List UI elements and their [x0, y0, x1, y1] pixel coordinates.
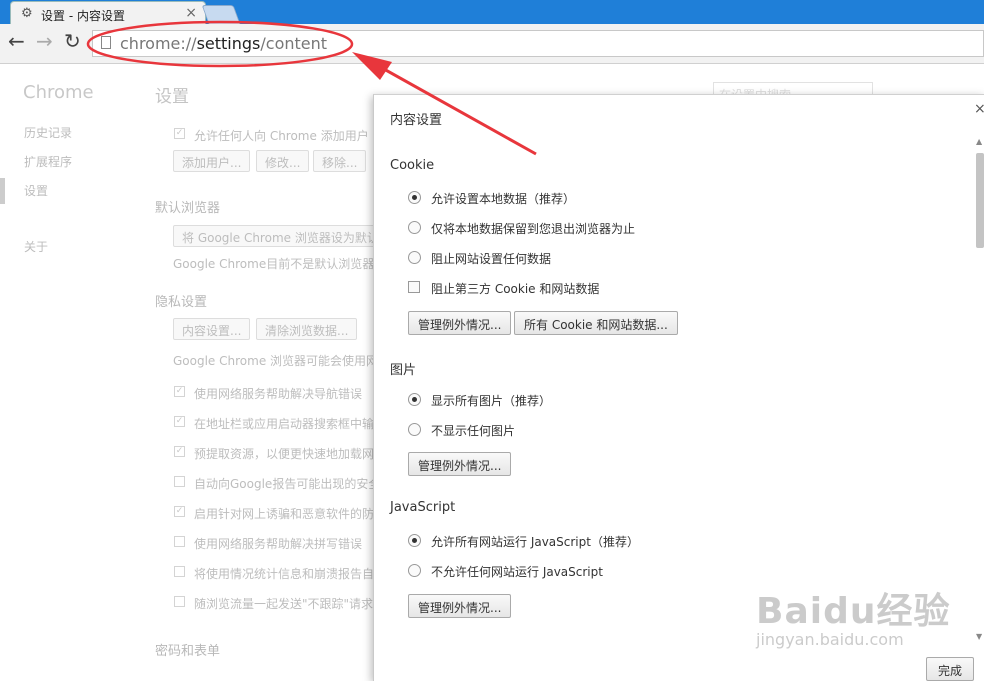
cookie-exceptions-button[interactable]: 管理例外情况... — [408, 311, 512, 335]
privacy-checkbox-label: 使用网络服务帮助解决拼写错误 — [194, 537, 363, 551]
option-label: 不显示任何图片 — [431, 424, 516, 438]
checkbox[interactable] — [408, 281, 420, 293]
option-label: 显示所有图片（推荐） — [431, 394, 552, 408]
allow-add-user-label: 允许任何人向 Chrome 添加用户 — [194, 129, 369, 143]
privacy-checkbox[interactable]: ✓ — [174, 416, 185, 427]
privacy-heading: 隐私设置 — [155, 295, 208, 310]
tab-settings[interactable]: ⚙ 设置 - 内容设置 × — [10, 1, 206, 24]
radio-button[interactable] — [408, 191, 421, 204]
radio-button[interactable] — [408, 221, 421, 234]
title-bar: ⚙ 设置 - 内容设置 × — [0, 0, 984, 24]
option-label: 仅将本地数据保留到您退出浏览器为止 — [431, 222, 636, 236]
privacy-checkbox-label: 启用针对网上诱骗和恶意软件的防 — [194, 507, 375, 521]
scroll-down-icon[interactable]: ▼ — [976, 632, 982, 641]
sidebar-title: Chrome — [23, 82, 94, 103]
radio-button[interactable] — [408, 534, 421, 547]
privacy-checkbox[interactable] — [174, 596, 185, 607]
default-browser-status: Google Chrome目前不是默认浏览器。 — [173, 257, 387, 271]
add-user-button[interactable]: 添加用户... — [173, 150, 251, 172]
privacy-checkbox[interactable]: ✓ — [174, 446, 185, 457]
allow-add-user-checkbox[interactable]: ✓ — [174, 128, 185, 139]
privacy-checkbox-label: 随浏览流量一起发送"不跟踪"请求 — [194, 597, 374, 611]
close-icon[interactable]: × — [185, 5, 197, 21]
option-label: 允许设置本地数据（推荐） — [431, 192, 576, 206]
remove-user-button[interactable]: 移除... — [313, 150, 367, 172]
set-default-browser-button[interactable]: 将 Google Chrome 浏览器设为默认浏 — [173, 225, 400, 247]
url-path: /content — [260, 34, 328, 53]
scroll-up-icon[interactable]: ▲ — [976, 137, 982, 146]
gear-icon: ⚙ — [21, 6, 33, 21]
url-host: settings — [196, 34, 261, 53]
close-icon[interactable]: × — [974, 101, 984, 117]
radio-button[interactable] — [408, 564, 421, 577]
sidebar-item-settings[interactable]: 设置 — [24, 182, 48, 199]
privacy-checkbox[interactable]: ✓ — [174, 506, 185, 517]
option-label: 不允许任何网站运行 JavaScript — [431, 565, 603, 579]
privacy-checkbox-label: 将使用情况统计信息和崩溃报告自 — [194, 567, 375, 581]
radio-button[interactable] — [408, 251, 421, 264]
content-settings-dialog: 内容设置 × Cookie 允许设置本地数据（推荐） 仅将本地数据保留到您退出浏… — [373, 94, 984, 681]
forward-arrow-icon[interactable]: → — [36, 31, 53, 51]
privacy-checkbox[interactable] — [174, 476, 185, 487]
radio-button[interactable] — [408, 423, 421, 436]
sidebar-item-about[interactable]: 关于 — [24, 238, 48, 255]
content-settings-button[interactable]: 内容设置... — [173, 318, 251, 340]
scrollbar[interactable]: ▲ ▼ — [976, 137, 984, 642]
done-button[interactable]: 完成 — [926, 657, 974, 681]
privacy-checkbox-label: 预提取资源，以便更快速地加载网 — [194, 447, 375, 461]
privacy-checkbox-label: 在地址栏或应用启动器搜索框中输 — [194, 417, 375, 431]
privacy-checkbox[interactable] — [174, 536, 185, 547]
page-icon — [101, 36, 111, 49]
passwords-heading: 密码和表单 — [155, 644, 221, 659]
javascript-heading: JavaScript — [390, 500, 456, 515]
new-tab-button[interactable] — [201, 5, 241, 24]
all-cookies-button[interactable]: 所有 Cookie 和网站数据... — [514, 311, 678, 335]
privacy-description: Google Chrome 浏览器可能会使用网络 — [173, 354, 391, 368]
sidebar-selection-indicator — [0, 178, 5, 204]
address-bar[interactable]: chrome://settings/content — [92, 30, 984, 57]
option-label: 允许所有网站运行 JavaScript（推荐） — [431, 535, 639, 549]
reload-icon[interactable]: ↻ — [64, 31, 81, 51]
radio-button[interactable] — [408, 393, 421, 406]
privacy-checkbox[interactable]: ✓ — [174, 386, 185, 397]
dialog-title: 内容设置 — [390, 113, 443, 128]
page-title: 设置 — [155, 87, 189, 107]
option-label: 阻止网站设置任何数据 — [431, 252, 552, 266]
toolbar: ← → ↻ chrome://settings/content — [0, 24, 984, 64]
privacy-checkbox[interactable] — [174, 566, 185, 577]
url-text: chrome://settings/content — [120, 34, 327, 53]
cookie-heading: Cookie — [390, 158, 435, 173]
url-scheme: chrome:// — [120, 34, 197, 53]
privacy-checkbox-label: 自动向Google报告可能出现的安全 — [194, 477, 381, 491]
sidebar-item-history[interactable]: 历史记录 — [24, 124, 72, 141]
privacy-checkbox-label: 使用网络服务帮助解决导航错误 — [194, 387, 363, 401]
clear-browsing-data-button[interactable]: 清除浏览数据... — [256, 318, 358, 340]
javascript-exceptions-button[interactable]: 管理例外情况... — [408, 594, 512, 618]
scrollbar-thumb[interactable] — [976, 153, 984, 248]
sidebar-item-extensions[interactable]: 扩展程序 — [24, 153, 72, 170]
default-browser-heading: 默认浏览器 — [155, 201, 221, 216]
back-arrow-icon[interactable]: ← — [8, 31, 25, 51]
images-exceptions-button[interactable]: 管理例外情况... — [408, 452, 512, 476]
images-heading: 图片 — [390, 363, 417, 378]
edit-user-button[interactable]: 修改... — [256, 150, 310, 172]
option-label: 阻止第三方 Cookie 和网站数据 — [431, 282, 600, 296]
tab-title: 设置 - 内容设置 — [41, 9, 125, 23]
